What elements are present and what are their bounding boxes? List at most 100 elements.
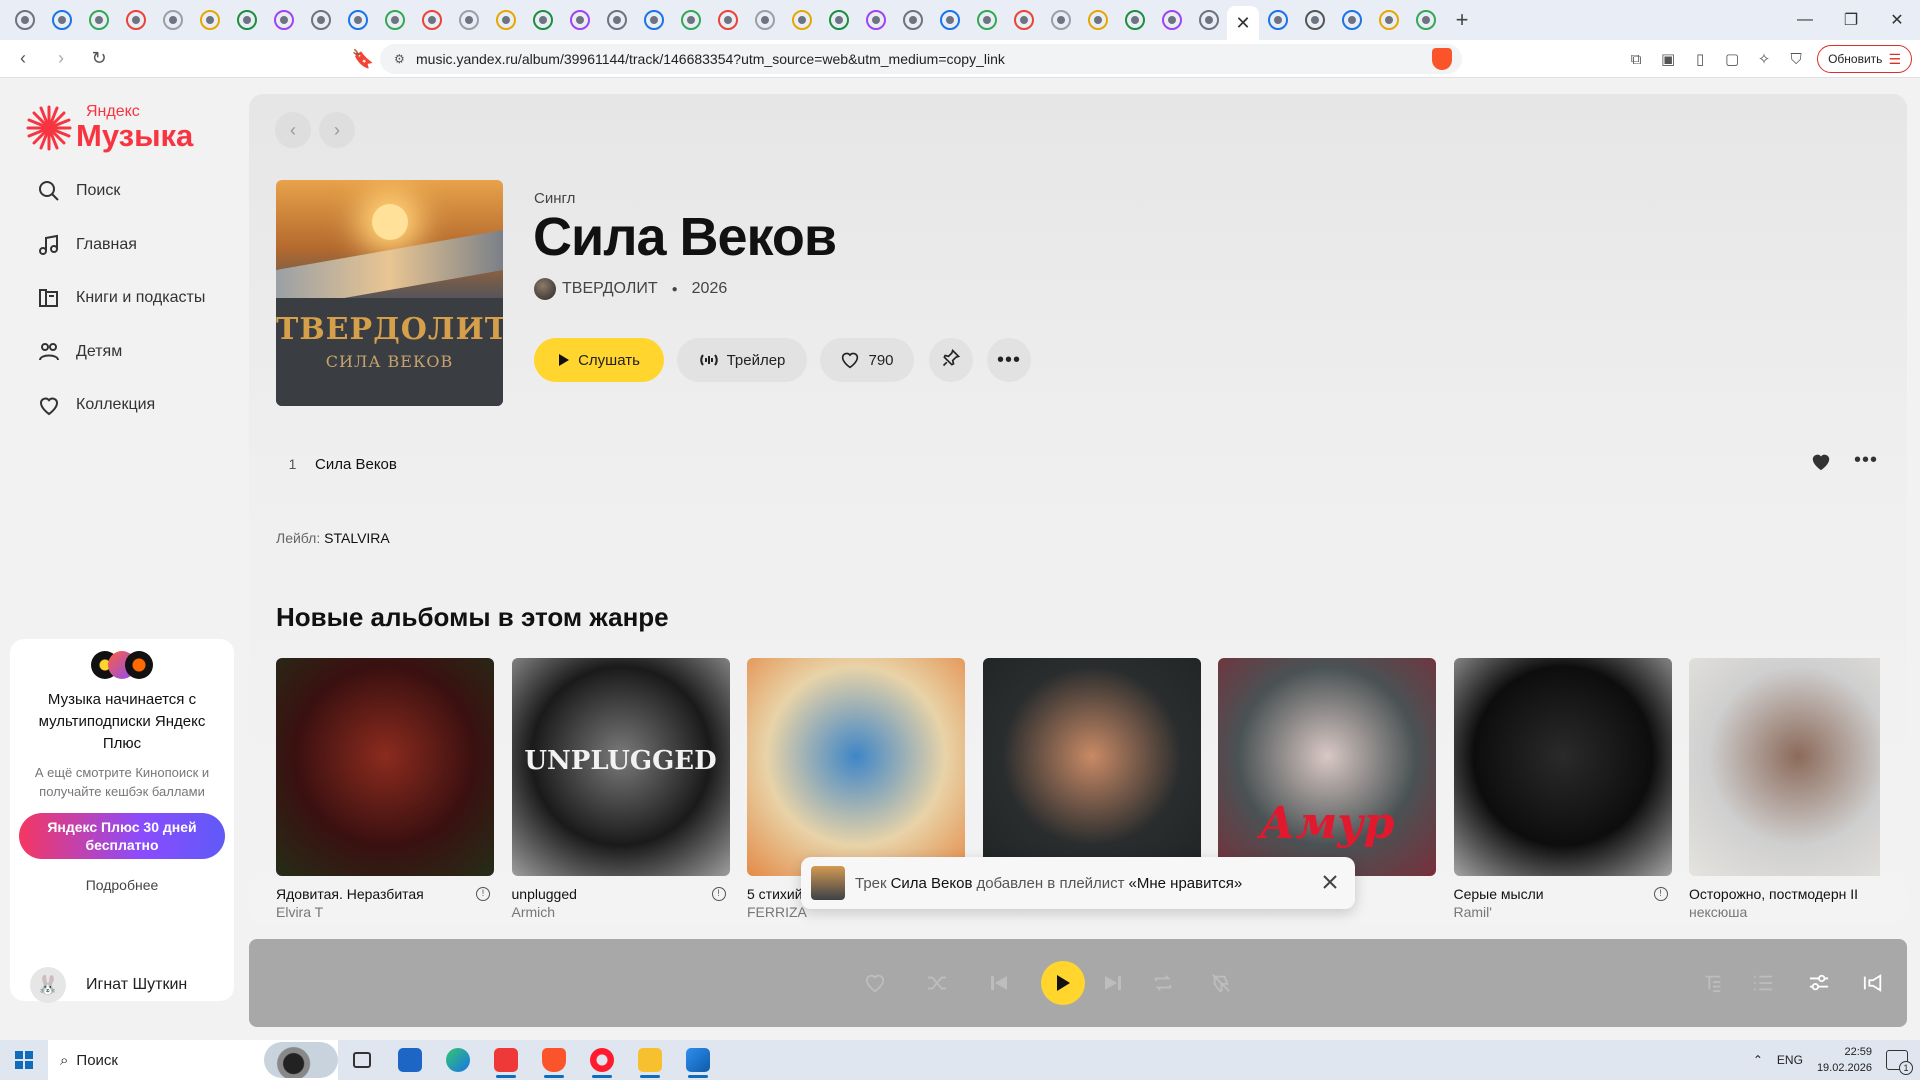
back-icon[interactable]: ‹ — [8, 44, 38, 74]
album-card-artist[interactable]: Armich — [512, 904, 730, 920]
liked-heart-icon[interactable] — [1810, 452, 1834, 476]
equalizer-icon[interactable] — [1805, 969, 1833, 997]
pin-button[interactable] — [929, 338, 973, 382]
tab-favicon[interactable] — [598, 0, 635, 40]
photos-app-icon[interactable] — [674, 1040, 722, 1080]
page-back-button[interactable]: ‹ — [275, 112, 311, 148]
tab-favicon[interactable] — [746, 0, 783, 40]
user-profile[interactable]: 🐰 Игнат Шуткин — [30, 967, 187, 1003]
listen-button[interactable]: Слушать — [534, 338, 664, 382]
restore-icon[interactable]: ❐ — [1828, 0, 1874, 40]
active-tab-close-icon[interactable]: ✕ — [1227, 6, 1259, 40]
info-icon[interactable]: ! — [1653, 887, 1668, 901]
clock[interactable]: 22:59 19.02.2026 — [1817, 1044, 1872, 1076]
album-card-cover[interactable] — [276, 658, 494, 876]
tab-favicon[interactable] — [6, 0, 43, 40]
outlook-app-icon[interactable] — [386, 1040, 434, 1080]
task-view-icon[interactable] — [338, 1040, 386, 1080]
info-icon[interactable]: ! — [711, 887, 726, 901]
tab-favicon[interactable] — [1407, 0, 1444, 40]
album-card-title[interactable]: Осторожно, постмодерн II — [1689, 886, 1858, 902]
album-card[interactable]: Серые мысли! Ramil' — [1453, 658, 1672, 920]
sidebar-toggle-icon[interactable]: ▯ — [1689, 48, 1711, 70]
tab-favicon[interactable] — [1296, 0, 1333, 40]
tab-favicon[interactable] — [1190, 0, 1227, 40]
tab-favicon[interactable] — [1116, 0, 1153, 40]
album-card-cover[interactable] — [1453, 658, 1672, 876]
player-play-button[interactable] — [1041, 961, 1085, 1005]
taskbar-search-input[interactable]: ⌕ Поиск — [48, 1040, 338, 1080]
table-row[interactable]: 1 Сила Веков ••• — [276, 444, 1880, 484]
tab-favicon[interactable] — [1333, 0, 1370, 40]
extensions-icon[interactable]: ⧉ — [1625, 48, 1647, 70]
album-card-title[interactable]: Ядовитая. Неразбитая — [276, 886, 424, 902]
update-button[interactable]: Обновить ☰ — [1817, 45, 1912, 73]
minimize-icon[interactable]: — — [1782, 0, 1828, 40]
tab-favicon[interactable] — [1005, 0, 1042, 40]
tab-favicon[interactable] — [450, 0, 487, 40]
reload-icon[interactable]: ↻ — [84, 44, 114, 74]
brave-app-icon[interactable] — [530, 1040, 578, 1080]
tab-favicon[interactable] — [783, 0, 820, 40]
trailer-button[interactable]: Трейлер — [677, 338, 807, 382]
tab-favicon[interactable] — [709, 0, 746, 40]
tab-favicon[interactable] — [1153, 0, 1190, 40]
lyrics-icon[interactable] — [1699, 969, 1727, 997]
album-card-cover[interactable]: UNPLUGGED — [511, 658, 730, 876]
album-card[interactable]: Ядовитая. Неразбитая! Elvira T — [276, 658, 494, 920]
tab-favicon[interactable] — [339, 0, 376, 40]
album-card-artist[interactable]: нексюша — [1689, 904, 1880, 920]
volume-icon[interactable] — [1859, 969, 1887, 997]
album-card-artist[interactable]: Elvira T — [276, 904, 494, 920]
tab-favicon[interactable] — [931, 0, 968, 40]
notifications-icon[interactable]: 1 — [1886, 1050, 1913, 1075]
album-card-title[interactable]: unplugged — [512, 886, 577, 902]
tab-favicon[interactable] — [376, 0, 413, 40]
artist-avatar[interactable] — [534, 278, 556, 300]
album-card-cover[interactable] — [982, 658, 1201, 876]
album-card[interactable]: UNPLUGGED unplugged! Armich — [511, 658, 730, 920]
album-card[interactable]: Осторожно, постмодерн II нексюша — [1689, 658, 1880, 920]
vivaldi-app-icon[interactable] — [482, 1040, 530, 1080]
tab-favicon[interactable] — [80, 0, 117, 40]
tab-favicon[interactable] — [1042, 0, 1079, 40]
repeat-icon[interactable] — [1149, 969, 1177, 997]
sidebar-item-home[interactable]: Главная — [36, 230, 137, 260]
album-card-title[interactable]: Серые мысли — [1454, 886, 1544, 902]
tab-favicon[interactable] — [820, 0, 857, 40]
plus-trial-button[interactable]: Яндекс Плюс 30 дней бесплатно — [19, 813, 225, 859]
sidebar-item-books[interactable]: Книги и подкасты — [36, 283, 205, 313]
queue-icon[interactable] — [1749, 969, 1777, 997]
chevron-up-icon[interactable]: ⌃ — [1753, 1053, 1763, 1067]
info-icon[interactable]: ! — [476, 887, 490, 901]
artist-link[interactable]: ТВЕРДОЛИТ — [562, 280, 658, 298]
bookmark-icon[interactable]: 🔖 — [348, 44, 378, 74]
wallet-icon[interactable]: ▢ — [1721, 48, 1743, 70]
more-button[interactable]: ••• — [987, 338, 1031, 382]
new-tab-button[interactable]: + — [1444, 0, 1480, 40]
brave-shield-icon[interactable] — [1432, 48, 1452, 70]
tab-favicon[interactable] — [228, 0, 265, 40]
label-name[interactable]: STALVIRA — [324, 530, 390, 546]
tab-favicon[interactable] — [1370, 0, 1407, 40]
tab-favicon[interactable] — [43, 0, 80, 40]
tab-favicon[interactable] — [154, 0, 191, 40]
tab-favicon[interactable] — [413, 0, 450, 40]
sidebar-item-kids[interactable]: Детям — [36, 337, 122, 367]
album-cover[interactable]: ТВЕРДОЛИТ СИЛА ВЕКОВ — [276, 180, 503, 406]
tab-favicon[interactable] — [635, 0, 672, 40]
like-album-button[interactable]: 790 — [820, 338, 914, 382]
tab-favicon[interactable] — [672, 0, 709, 40]
sidebar-item-search[interactable]: Поиск — [36, 176, 120, 206]
tab-favicon[interactable] — [857, 0, 894, 40]
windows-start-icon[interactable] — [0, 1040, 48, 1080]
url-field[interactable]: ⚙ music.yandex.ru/album/39961144/track/1… — [380, 44, 1462, 74]
vpn-icon[interactable]: ⛉ — [1785, 48, 1807, 70]
tab-favicon[interactable] — [265, 0, 302, 40]
shuffle-icon[interactable] — [923, 969, 951, 997]
forward-icon[interactable]: › — [46, 44, 76, 74]
tab-favicon[interactable] — [894, 0, 931, 40]
tab-favicon[interactable] — [302, 0, 339, 40]
sidebar-item-collection[interactable]: Коллекция — [36, 390, 155, 420]
album-card-title[interactable]: 5 стихий — [747, 886, 803, 902]
